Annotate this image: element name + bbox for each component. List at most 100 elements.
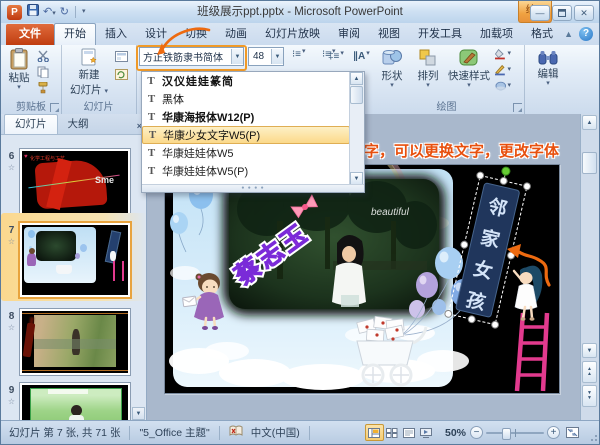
tab-transitions[interactable]: 切换	[176, 24, 216, 45]
tab-slideshow[interactable]: 幻灯片放映	[256, 24, 329, 45]
save-icon[interactable]	[27, 4, 39, 20]
vertical-scrollbar[interactable]: ▲ ▼ ▲ ▲ ▼ ▼	[580, 114, 599, 421]
scroll-up-icon[interactable]: ▲	[582, 115, 597, 130]
thumbnail-list: 6 ☆ ♥ 化学工程与工艺 Sme 7 ☆ 8 ☆ 9 ☆ ▼	[1, 134, 146, 421]
font-size-combo[interactable]: 48 ▼	[248, 47, 284, 66]
cut-icon[interactable]	[35, 49, 51, 63]
text-direction-icon[interactable]: ∥A ▾	[353, 50, 370, 62]
shape-effects-icon[interactable]: ▾	[495, 79, 511, 93]
dropdown-resize-grip[interactable]: ● ● ● ●	[142, 184, 364, 192]
new-slide-button[interactable]: 新建 幻灯片 ▾	[64, 48, 114, 97]
tab-outline-pane[interactable]: 大纲	[58, 115, 99, 134]
dropdown-scroll-up-icon[interactable]: ▲	[350, 72, 363, 85]
fit-to-window-button[interactable]	[564, 425, 581, 440]
font-option[interactable]: T 华康娃娃体W5	[142, 144, 350, 162]
spellcheck-icon[interactable]	[225, 425, 247, 440]
tab-review[interactable]: 审阅	[329, 24, 369, 45]
animation-star-icon: ☆	[7, 237, 16, 246]
scroll-down-icon[interactable]: ▼	[582, 343, 597, 358]
drawing-dialog-launcher[interactable]	[513, 103, 522, 112]
font-option[interactable]: T 华康娃娃体W5(P)	[142, 162, 350, 180]
group-clipboard: 粘贴 ▾ 剪贴板	[1, 45, 62, 114]
animation-star-icon: ☆	[7, 397, 16, 406]
editing-button[interactable]: 编辑 ▾	[532, 50, 564, 87]
pane-tabs: 幻灯片 大纲 ×	[1, 114, 146, 135]
font-size-dropdown-arrow[interactable]: ▼	[271, 49, 283, 64]
arrange-button[interactable]: 排列 ▾	[413, 48, 443, 89]
thumbnail-slide-7[interactable]: 7 ☆	[3, 221, 132, 299]
ribbon-tab-row: 文件 开始 插入 设计 切换 动画 幻灯片放映 审阅 视图 开发工具 加载项 格…	[1, 23, 599, 45]
zoom-out-button[interactable]: −	[470, 426, 483, 439]
tab-developer[interactable]: 开发工具	[409, 24, 471, 45]
paste-button[interactable]: 粘贴 ▾	[5, 48, 33, 91]
resize-grip[interactable]	[587, 431, 597, 441]
truetype-icon: T	[147, 110, 156, 123]
tab-insert[interactable]: 插入	[96, 24, 136, 45]
minimize-button[interactable]: —	[530, 5, 550, 21]
zoom-slider[interactable]	[486, 427, 544, 440]
zoom-in-button[interactable]: +	[547, 426, 560, 439]
help-button[interactable]: ?	[579, 27, 593, 41]
font-option-selected[interactable]: T 华康少女文字W5(P)	[142, 126, 350, 144]
thumbnail-slide-9[interactable]: 9 ☆	[3, 382, 131, 421]
thumbnail-slide-6[interactable]: 6 ☆ ♥ 化学工程与工艺 Sme	[3, 148, 131, 216]
photo-watermark: beautiful	[371, 207, 410, 218]
copy-icon[interactable]	[35, 65, 51, 79]
new-slide-icon	[81, 48, 97, 66]
undo-button[interactable]: ↶▾	[43, 5, 56, 19]
tab-animations[interactable]: 动画	[216, 24, 256, 45]
slide-canvas[interactable]: beautiful 蔡志玉 蔡志玉 邻 家 女 孩	[164, 140, 560, 394]
tab-view[interactable]: 视图	[369, 24, 409, 45]
shapes-icon	[382, 50, 402, 65]
font-option[interactable]: T 华康海报体W12(P)	[142, 108, 350, 126]
shape-outline-icon[interactable]: ▾	[495, 63, 511, 77]
reading-view-button[interactable]	[401, 425, 418, 440]
normal-view-button[interactable]	[364, 424, 384, 441]
quick-styles-button[interactable]: 快速样式 ▾	[447, 48, 491, 89]
slideshow-view-button[interactable]	[418, 425, 435, 440]
font-option[interactable]: T 黑体	[142, 90, 350, 108]
animation-star-icon: ☆	[7, 323, 16, 332]
tab-slides-pane[interactable]: 幻灯片	[4, 114, 58, 134]
zoom-slider-thumb[interactable]	[502, 427, 511, 440]
animation-star-icon: ☆	[7, 163, 16, 172]
heart-decoration: ♥	[24, 154, 28, 160]
language-indicator[interactable]: 中文(中国)	[247, 425, 304, 440]
shapes-button[interactable]: 形状 ▾	[377, 48, 407, 89]
tab-format[interactable]: 格式	[522, 24, 562, 45]
format-painter-icon[interactable]	[35, 81, 51, 95]
reset-slide-icon[interactable]	[113, 67, 129, 81]
find-binoculars-icon	[538, 51, 558, 65]
tab-home[interactable]: 开始	[54, 23, 96, 45]
dropdown-scrollbar[interactable]: ▲ ▼	[349, 72, 364, 185]
truetype-icon: T	[147, 146, 156, 159]
restore-button[interactable]	[552, 5, 572, 21]
slide-sorter-view-button[interactable]	[384, 425, 401, 440]
tab-addins[interactable]: 加载项	[471, 24, 522, 45]
font-name-dropdown-arrow[interactable]: ▼	[231, 49, 243, 64]
shape-fill-icon[interactable]: ▾	[495, 47, 511, 61]
line-spacing-icon[interactable]: ‡≡ ▾	[328, 50, 344, 62]
font-option[interactable]: T 汉仪娃娃篆简	[142, 72, 350, 90]
pane-scroll-down-icon[interactable]: ▼	[132, 407, 145, 420]
redo-button[interactable]: ↻	[60, 5, 69, 19]
scrollbar-thumb[interactable]	[582, 152, 597, 174]
bullets-icon[interactable]: ⁝≡ ▾	[292, 48, 306, 60]
qat-customize-icon[interactable]: ▾	[82, 8, 86, 15]
truetype-icon: T	[147, 74, 156, 87]
tab-design[interactable]: 设计	[136, 24, 176, 45]
font-name-combo[interactable]: 方正铁筋隶书简体 ▼	[139, 47, 244, 66]
slide-counter: 幻灯片 第 7 张, 共 71 张	[9, 427, 121, 439]
next-slide-button[interactable]: ▼ ▼	[582, 385, 597, 407]
slide-layout-icon[interactable]	[113, 49, 129, 63]
collapse-ribbon-icon[interactable]: ▲	[564, 29, 573, 39]
truetype-icon: T	[147, 164, 156, 177]
previous-slide-button[interactable]: ▲ ▲	[582, 361, 597, 383]
clipboard-dialog-launcher[interactable]	[50, 103, 59, 112]
window-title: 班级展示ppt.pptx - Microsoft PowerPoint	[197, 6, 403, 18]
thumbnail-slide-8[interactable]: 8 ☆	[3, 308, 131, 376]
close-button[interactable]: ✕	[574, 5, 594, 21]
truetype-icon: T	[148, 128, 157, 141]
tab-file[interactable]: 文件	[6, 24, 54, 45]
theme-name[interactable]: "5_Office 主题"	[135, 425, 213, 440]
